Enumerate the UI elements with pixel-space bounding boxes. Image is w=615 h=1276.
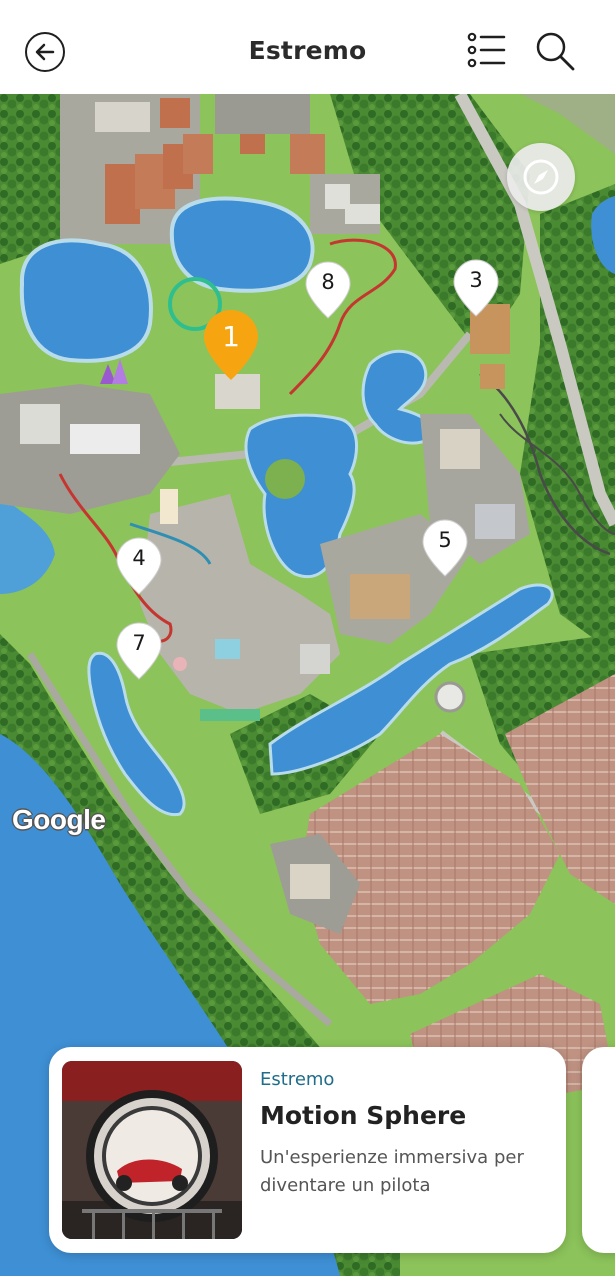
app-header: Estremo [0, 0, 615, 94]
attraction-card[interactable]: Estremo Motion Sphere Un'esperienze imme… [49, 1047, 566, 1253]
pin-label: 1 [222, 320, 240, 353]
pin-label: 5 [438, 528, 452, 552]
recenter-button[interactable] [507, 143, 575, 211]
compass-icon [523, 159, 559, 195]
map-pin-4[interactable]: 4 [115, 536, 163, 596]
search-button[interactable] [533, 30, 577, 72]
map-pin-3[interactable]: 3 [452, 258, 500, 318]
pin-label: 8 [321, 270, 335, 294]
map-pin-5[interactable]: 5 [421, 518, 469, 578]
attraction-title: Motion Sphere [260, 1101, 467, 1130]
page-title: Estremo [248, 36, 367, 65]
map-pin-1[interactable]: 1 [202, 308, 260, 382]
list-icon [467, 32, 506, 68]
pin-label: 7 [132, 631, 146, 655]
next-attraction-card[interactable] [582, 1047, 615, 1253]
search-icon [536, 32, 575, 71]
google-attribution: Google [12, 804, 106, 835]
attraction-thumbnail [62, 1061, 242, 1239]
list-view-button[interactable] [464, 30, 508, 72]
attraction-category: Estremo [260, 1069, 335, 1090]
map-pin-7[interactable]: 7 [115, 621, 163, 681]
map-pin-8[interactable]: 8 [304, 260, 352, 320]
pin-label: 4 [132, 546, 146, 570]
attraction-description: Un'esperienze immersiva per diventare un… [260, 1147, 524, 1196]
pin-label: 3 [469, 268, 483, 292]
